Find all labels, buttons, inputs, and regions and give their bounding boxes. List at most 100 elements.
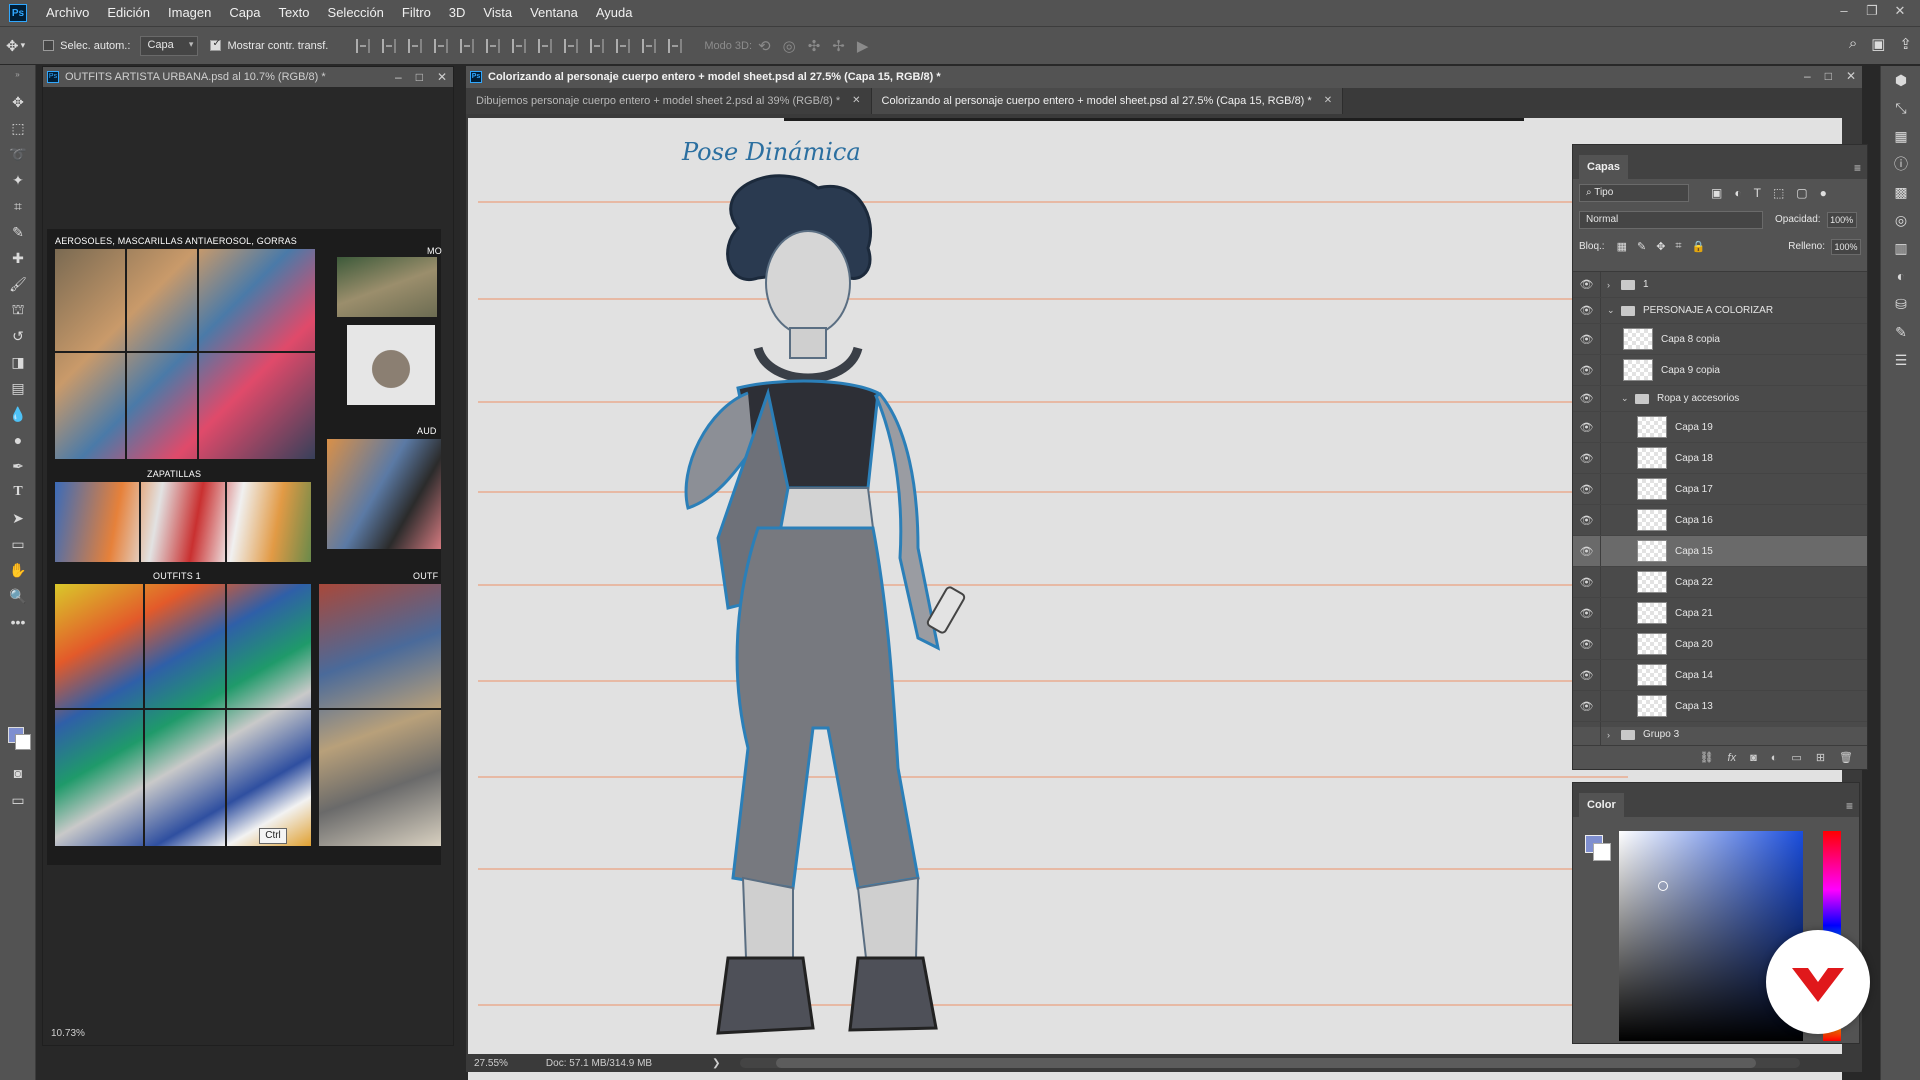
info-icon[interactable]: ⓘ: [1881, 150, 1920, 178]
visibility-eye-icon[interactable]: 👁: [1573, 505, 1601, 535]
align-left-icon[interactable]: [434, 38, 449, 53]
horizontal-scrollbar[interactable]: [740, 1058, 1801, 1068]
layer-name[interactable]: Capa 15: [1675, 546, 1713, 557]
reference-doc-titlebar[interactable]: Ps OUTFITS ARTISTA URBANA.psd al 10.7% (…: [43, 67, 453, 87]
magic-wand-icon[interactable]: ✦: [0, 167, 36, 193]
main-zoom-level[interactable]: 27.55%: [474, 1058, 508, 1069]
history-brush-icon[interactable]: ↺: [0, 323, 36, 349]
menu-imagen[interactable]: Imagen: [159, 0, 220, 26]
layer-row[interactable]: 👁 Capa 20: [1573, 629, 1867, 660]
layer-name[interactable]: Capa 21: [1675, 608, 1713, 619]
layer-row[interactable]: 👁 Capa 22: [1573, 567, 1867, 598]
lock-paint-icon[interactable]: ✎: [1637, 240, 1646, 253]
clone-stamp-icon[interactable]: ⛫: [0, 297, 36, 323]
visibility-eye-icon[interactable]: [1573, 722, 1601, 747]
filter-adjustment-icon[interactable]: ◐: [1734, 186, 1741, 200]
dodge-tool-icon[interactable]: ●: [0, 427, 36, 453]
background-color-swatch[interactable]: [15, 734, 31, 750]
layer-row[interactable]: 👁 Capa 16: [1573, 505, 1867, 536]
layer-row[interactable]: 👁 Capa 13: [1573, 691, 1867, 722]
panel-menu-icon[interactable]: ≡: [1854, 161, 1861, 175]
toolbar-grip-icon[interactable]: »: [0, 65, 35, 89]
visibility-eye-icon[interactable]: 👁: [1573, 272, 1601, 297]
move-tool-icon[interactable]: ✥: [0, 89, 36, 115]
restore-icon[interactable]: ❐: [1858, 0, 1886, 22]
close-icon[interactable]: ✕: [1324, 88, 1332, 114]
visibility-eye-icon[interactable]: 👁: [1573, 691, 1601, 721]
menu-seleccion[interactable]: Selección: [319, 0, 393, 26]
layer-name[interactable]: Capa 18: [1675, 453, 1713, 464]
layer-group-row[interactable]: 👁 ⌄ PERSONAJE A COLORIZAR: [1573, 298, 1867, 324]
search-icon[interactable]: ⌕: [1849, 35, 1857, 53]
layer-thumbnail[interactable]: [1637, 633, 1667, 655]
delete-layer-icon[interactable]: 🗑: [1839, 751, 1853, 764]
layer-name[interactable]: Capa 19: [1675, 422, 1713, 433]
tab-model-sheet-2[interactable]: Dibujemos personaje cuerpo entero + mode…: [466, 88, 872, 114]
type-tool-icon[interactable]: T: [0, 479, 36, 505]
visibility-eye-icon[interactable]: 👁: [1573, 474, 1601, 504]
layer-row[interactable]: 👁 Capa 14: [1573, 660, 1867, 691]
visibility-eye-icon[interactable]: 👁: [1573, 386, 1601, 411]
marquee-tool-icon[interactable]: ⬚: [0, 115, 36, 141]
layer-name[interactable]: 1: [1643, 279, 1649, 290]
main-doc-titlebar[interactable]: Ps Colorizando al personaje cuerpo enter…: [466, 66, 1862, 88]
properties-icon[interactable]: ▦: [1881, 122, 1920, 150]
close-icon[interactable]: ✕: [1846, 66, 1856, 86]
crop-tool-icon[interactable]: ⌗: [0, 193, 36, 219]
layer-thumbnail[interactable]: [1637, 540, 1667, 562]
lock-position-icon[interactable]: ✥: [1656, 240, 1665, 253]
maximize-icon[interactable]: □: [416, 67, 423, 87]
learn-icon[interactable]: ⬢: [1881, 66, 1920, 94]
menu-ventana[interactable]: Ventana: [521, 0, 587, 26]
align-hcenter-icon[interactable]: [460, 38, 475, 53]
workspace-icon[interactable]: ▣: [1871, 35, 1885, 53]
menu-3d[interactable]: 3D: [440, 0, 475, 26]
layer-row[interactable]: 👁 Capa 8 copia: [1573, 324, 1867, 355]
layer-thumbnail[interactable]: [1637, 571, 1667, 593]
layer-name[interactable]: Ropa y accesorios: [1657, 393, 1739, 404]
layer-row[interactable]: 👁 Capa 17: [1573, 474, 1867, 505]
align-right-icon[interactable]: [486, 38, 501, 53]
layer-thumbnail[interactable]: [1637, 664, 1667, 686]
chevron-down-icon[interactable]: ⌄: [1621, 393, 1631, 404]
tab-capas[interactable]: Capas: [1579, 155, 1629, 179]
healing-brush-icon[interactable]: ✚: [0, 245, 36, 271]
filter-type-icon[interactable]: T: [1754, 186, 1761, 200]
align-vcenter-icon[interactable]: [382, 38, 397, 53]
minimize-icon[interactable]: –: [1804, 66, 1811, 86]
visibility-eye-icon[interactable]: 👁: [1573, 443, 1601, 473]
show-transform-checkbox[interactable]: Mostrar contr. transf.: [210, 38, 328, 52]
menu-capa[interactable]: Capa: [220, 0, 269, 26]
new-layer-icon[interactable]: ⊞: [1816, 751, 1825, 764]
layer-name[interactable]: Capa 22: [1675, 577, 1713, 588]
distribute-top-icon[interactable]: [512, 38, 527, 53]
distribute-bottom-icon[interactable]: [564, 38, 579, 53]
lasso-tool-icon[interactable]: ➰: [0, 141, 36, 167]
visibility-eye-icon[interactable]: 👁: [1573, 324, 1601, 354]
brush-tool-icon[interactable]: 🖌: [0, 271, 36, 297]
tab-color[interactable]: Color: [1579, 793, 1624, 817]
fx-icon[interactable]: fx: [1728, 752, 1737, 764]
minimize-icon[interactable]: –: [1830, 0, 1858, 22]
auto-select-target-select[interactable]: Capa: [140, 35, 199, 56]
menu-archivo[interactable]: Archivo: [37, 0, 98, 26]
layer-row[interactable]: 👁 Capa 21: [1573, 598, 1867, 629]
chevron-right-icon[interactable]: ›: [1607, 280, 1617, 290]
histogram-icon[interactable]: ▥: [1881, 234, 1920, 262]
layer-thumbnail[interactable]: [1637, 509, 1667, 531]
layer-name[interactable]: Capa 16: [1675, 515, 1713, 526]
pen-tool-icon[interactable]: ✒: [0, 453, 36, 479]
visibility-eye-icon[interactable]: 👁: [1573, 598, 1601, 628]
visibility-eye-icon[interactable]: 👁: [1573, 355, 1601, 385]
layer-name[interactable]: Capa 20: [1675, 639, 1713, 650]
layer-thumbnail[interactable]: [1637, 602, 1667, 624]
more-tools-icon[interactable]: •••: [0, 609, 36, 635]
roll-3d-icon[interactable]: ◎: [783, 37, 796, 55]
menu-filtro[interactable]: Filtro: [393, 0, 440, 26]
styles-icon[interactable]: ⛁: [1881, 290, 1920, 318]
layer-group-row[interactable]: 👁 ⌄ Ropa y accesorios: [1573, 386, 1867, 412]
chevron-down-icon[interactable]: ⌄: [1607, 305, 1617, 316]
brushes-icon[interactable]: ✎: [1881, 318, 1920, 346]
lock-transparent-icon[interactable]: ▦: [1617, 240, 1627, 253]
layer-thumbnail[interactable]: [1623, 359, 1653, 381]
